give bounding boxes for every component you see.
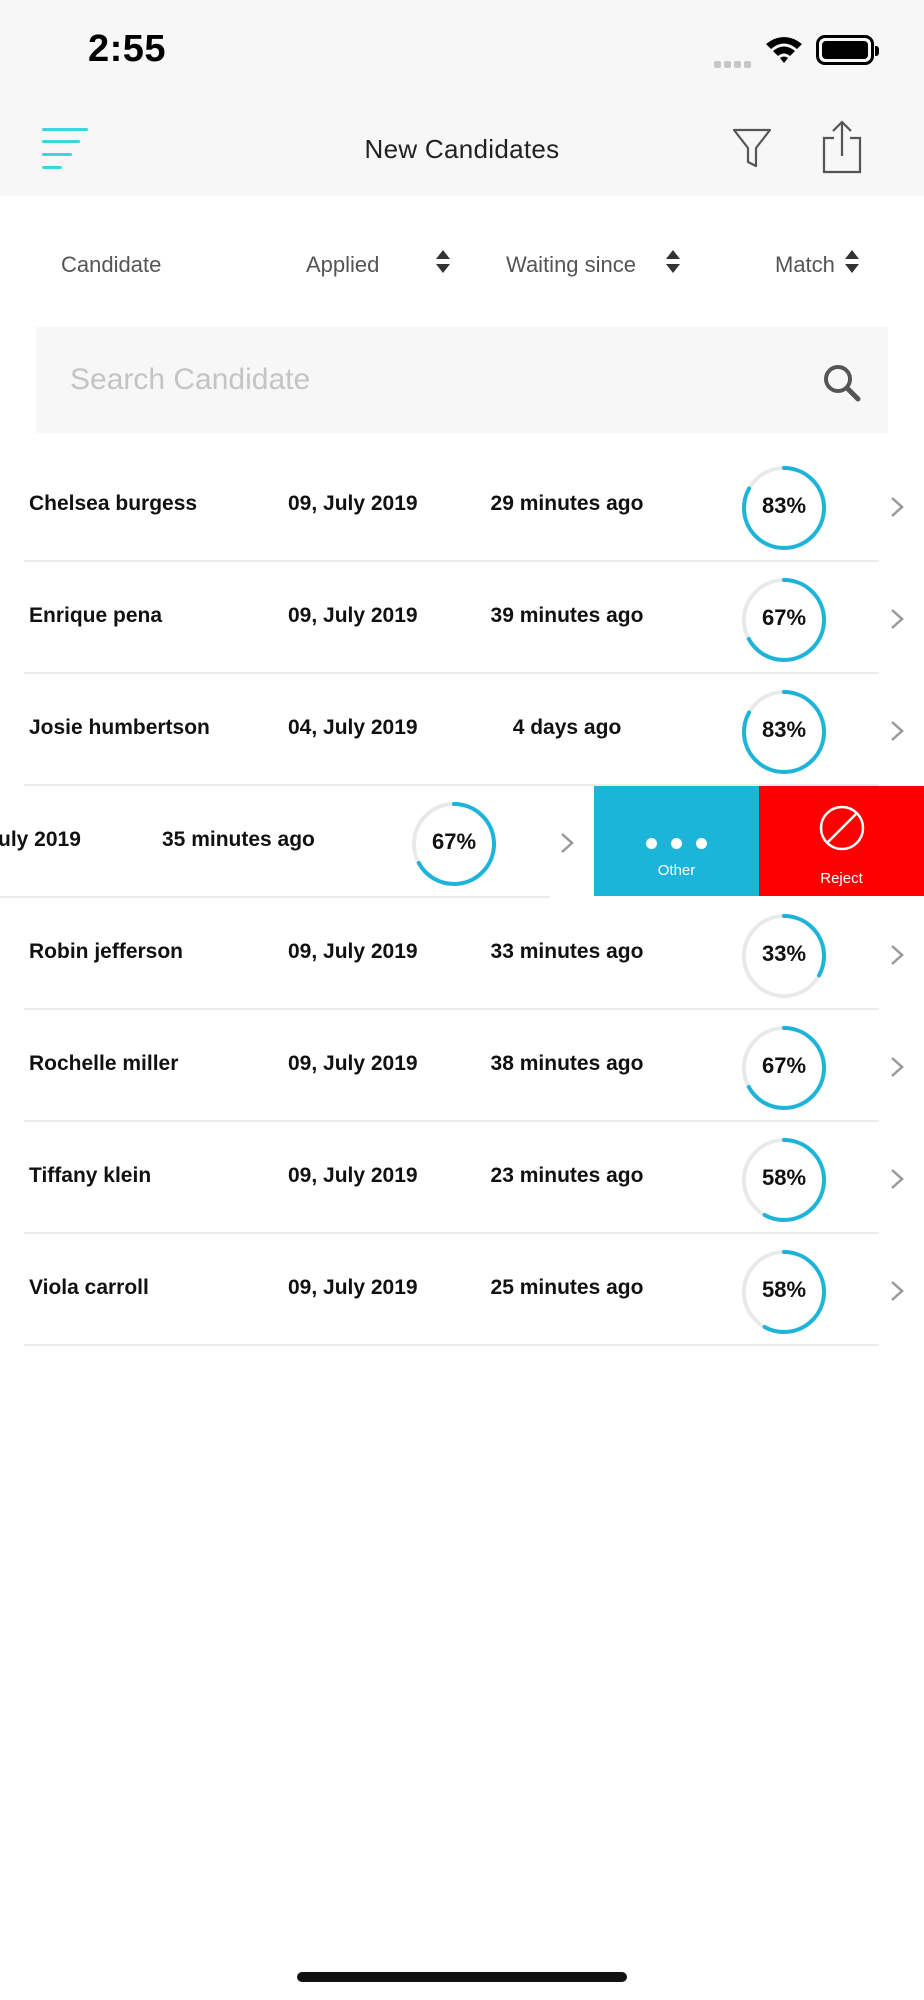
cellular-signal-icon <box>714 55 754 73</box>
match-ring: 67% <box>739 1023 829 1113</box>
chevron-right-icon <box>890 496 904 518</box>
applied-date: 09, July 2019 <box>288 1164 418 1187</box>
candidate-name: Rochelle miller <box>29 1052 179 1075</box>
chevron-right-icon <box>890 1168 904 1190</box>
reject-action-label: Reject <box>820 870 863 887</box>
candidate-row[interactable]: Viola carroll 09, July 2019 25 minutes a… <box>0 1234 924 1346</box>
applied-date: 09, July 2019 <box>288 940 418 963</box>
candidate-name: Josie humbertson <box>29 716 210 739</box>
candidate-row-swiped[interactable]: uly 2019 35 minutes ago 67% Other Reject <box>0 786 924 898</box>
search-icon[interactable] <box>822 363 862 403</box>
match-percent: 58% <box>761 1165 807 1190</box>
filter-icon[interactable] <box>730 126 774 172</box>
waiting-since: 23 minutes ago <box>490 1164 644 1187</box>
other-action-button[interactable]: Other <box>594 786 759 896</box>
sort-match-icon[interactable] <box>844 250 860 276</box>
match-ring: 58% <box>739 1135 829 1225</box>
match-percent: 33% <box>761 941 807 966</box>
column-headers: Candidate Applied Waiting since Match <box>0 196 924 328</box>
match-percent: 83% <box>761 717 807 742</box>
row-divider <box>24 1344 879 1346</box>
battery-icon <box>816 35 879 65</box>
status-time: 2:55 <box>88 28 167 70</box>
nav-bar: New Candidates <box>0 100 924 196</box>
candidate-row[interactable]: Enrique pena 09, July 2019 39 minutes ag… <box>0 562 924 674</box>
chevron-right-icon <box>890 608 904 630</box>
more-dots-icon <box>646 836 721 854</box>
home-indicator <box>297 1972 627 1982</box>
waiting-since: 33 minutes ago <box>490 940 644 963</box>
match-ring: 83% <box>739 463 829 553</box>
chevron-right-icon <box>890 944 904 966</box>
page-title: New Candidates <box>364 134 560 164</box>
candidate-name: Tiffany klein <box>29 1164 152 1187</box>
candidate-name: Enrique pena <box>29 604 163 627</box>
sort-applied-icon[interactable] <box>435 250 451 276</box>
waiting-since: 35 minutes ago <box>162 828 315 851</box>
candidate-row[interactable]: Chelsea burgess 09, July 2019 29 minutes… <box>0 450 924 562</box>
column-candidate[interactable]: Candidate <box>61 252 161 278</box>
waiting-since: 29 minutes ago <box>490 492 644 515</box>
match-percent: 67% <box>761 605 807 630</box>
candidate-name: Chelsea burgess <box>29 492 198 515</box>
share-icon[interactable] <box>820 120 864 174</box>
candidate-row[interactable]: Robin jefferson 09, July 2019 33 minutes… <box>0 898 924 1010</box>
column-waiting-since[interactable]: Waiting since <box>506 252 636 278</box>
applied-date: 04, July 2019 <box>288 716 418 739</box>
chevron-right-icon <box>890 720 904 742</box>
column-match[interactable]: Match <box>775 252 835 278</box>
match-percent: 67% <box>761 1053 807 1078</box>
match-percent: 83% <box>761 493 807 518</box>
applied-date: 09, July 2019 <box>288 1052 418 1075</box>
search-bar <box>36 327 888 433</box>
candidate-name: Robin jefferson <box>29 940 184 963</box>
candidate-name: Viola carroll <box>29 1276 149 1299</box>
applied-date: 09, July 2019 <box>288 492 418 515</box>
block-icon <box>818 804 866 857</box>
match-ring: 33% <box>739 911 829 1001</box>
column-applied[interactable]: Applied <box>306 252 379 278</box>
applied-date: 09, July 2019 <box>288 1276 418 1299</box>
match-ring: 67% <box>739 575 829 665</box>
candidate-row[interactable]: Josie humbertson 04, July 2019 4 days ag… <box>0 674 924 786</box>
sort-waiting-icon[interactable] <box>665 250 681 276</box>
reject-action-button[interactable]: Reject <box>759 786 924 896</box>
chevron-right-icon <box>890 1280 904 1302</box>
waiting-since: 4 days ago <box>512 716 622 739</box>
match-percent: 58% <box>761 1277 807 1302</box>
applied-date: uly 2019 <box>0 828 81 851</box>
candidate-row[interactable]: Tiffany klein 09, July 2019 23 minutes a… <box>0 1122 924 1234</box>
match-ring: 83% <box>739 687 829 777</box>
applied-date: 09, July 2019 <box>288 604 418 627</box>
chevron-right-icon <box>890 1056 904 1078</box>
waiting-since: 39 minutes ago <box>490 604 644 627</box>
waiting-since: 25 minutes ago <box>490 1276 644 1299</box>
status-bar: 2:55 <box>0 0 924 100</box>
other-action-label: Other <box>657 862 696 879</box>
search-input[interactable] <box>70 355 770 405</box>
waiting-since: 38 minutes ago <box>490 1052 644 1075</box>
match-percent: 67% <box>431 829 477 854</box>
wifi-icon <box>764 34 804 69</box>
match-ring: 67% <box>409 799 499 889</box>
candidate-row[interactable]: Rochelle miller 09, July 2019 38 minutes… <box>0 1010 924 1122</box>
chevron-right-icon <box>560 832 574 854</box>
match-ring: 58% <box>739 1247 829 1337</box>
